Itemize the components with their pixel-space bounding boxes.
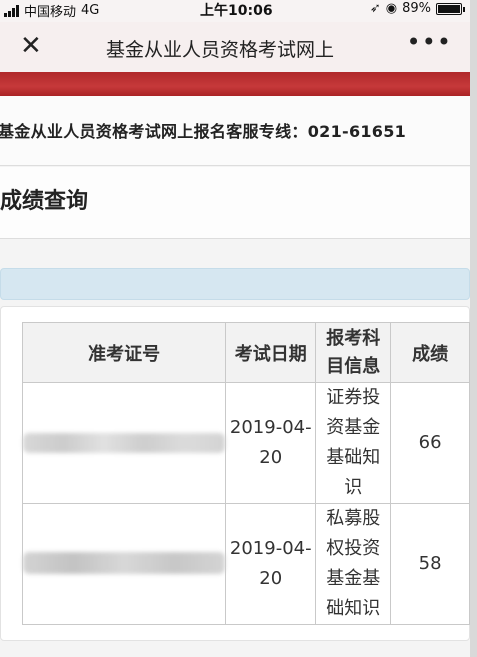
exam-subject: 私募股权投资基金基础知识 <box>326 508 381 619</box>
network-label: 4G <box>81 3 100 18</box>
status-time: 上午10:06 <box>200 3 273 19</box>
score-table: 准考证号 考试日期 报考科目信息 成绩 2019-04-20 证券投资基金基础知… <box>21 322 470 625</box>
date-cell: 2019-04-20 <box>225 503 317 625</box>
header-score: 成绩 <box>390 322 470 383</box>
ticket-cell <box>21 503 227 625</box>
header-ticket: 准考证号 <box>21 322 227 383</box>
carrier-label: 中国移动 <box>24 5 77 20</box>
nav-title: 基金从业人员资格考试网上 <box>106 39 335 61</box>
date-cell: 2019-04-20 <box>225 382 317 504</box>
close-icon[interactable]: ✕ <box>20 32 42 60</box>
score-cell: 58 <box>390 503 470 625</box>
status-right: ➶ ◉ 89% <box>369 1 465 16</box>
status-bar: 中国移动 4G 上午10:06 ➶ ◉ 89% <box>0 0 470 22</box>
exam-date: 2019-04-20 <box>229 538 312 589</box>
more-icon[interactable]: ••• <box>407 28 452 56</box>
page-title: 成绩查询 <box>0 189 89 214</box>
screen: 中国移动 4G 上午10:06 ➶ ◉ 89% ✕ 基金从业人员资格考试网上 •… <box>0 0 470 657</box>
screen-edge <box>470 0 477 657</box>
header-subject-label: 报考科目信息 <box>326 327 381 377</box>
info-bar <box>0 268 470 300</box>
location-icon: ➶ <box>369 1 381 16</box>
table-row: 2019-04-20 证券投资基金基础知识 66 <box>21 382 470 504</box>
hotline-bar: 基金从业人员资格考试网上报名客服专线：021-61651 <box>0 96 470 166</box>
header-date: 考试日期 <box>225 322 317 383</box>
battery-icon <box>436 2 465 15</box>
redaction-blur <box>23 551 225 574</box>
nav-bar: ✕ 基金从业人员资格考试网上 ••• <box>0 22 470 72</box>
ticket-cell <box>21 382 227 504</box>
hotline-text: 基金从业人员资格考试网上报名客服专线：021-61651 <box>0 122 407 141</box>
redacted-ticket <box>23 385 225 502</box>
alarm-icon: ◉ <box>385 1 398 16</box>
score-cell: 66 <box>390 382 470 504</box>
header-banner <box>0 72 470 96</box>
exam-date: 2019-04-20 <box>229 417 312 468</box>
status-left: 中国移动 4G <box>4 1 99 20</box>
signal-icon <box>4 4 19 17</box>
subject-cell: 私募股权投资基金基础知识 <box>315 503 392 625</box>
table-row: 2019-04-20 私募股权投资基金基础知识 58 <box>21 503 470 625</box>
redaction-blur <box>23 432 225 453</box>
header-subject: 报考科目信息 <box>315 322 392 383</box>
table-header-row: 准考证号 考试日期 报考科目信息 成绩 <box>21 322 470 383</box>
page-heading-bar: 成绩查询 <box>0 167 470 239</box>
battery-percent: 89% <box>402 1 431 16</box>
redacted-ticket <box>23 506 225 623</box>
subject-cell: 证券投资基金基础知识 <box>315 382 392 504</box>
exam-subject: 证券投资基金基础知识 <box>326 387 381 498</box>
